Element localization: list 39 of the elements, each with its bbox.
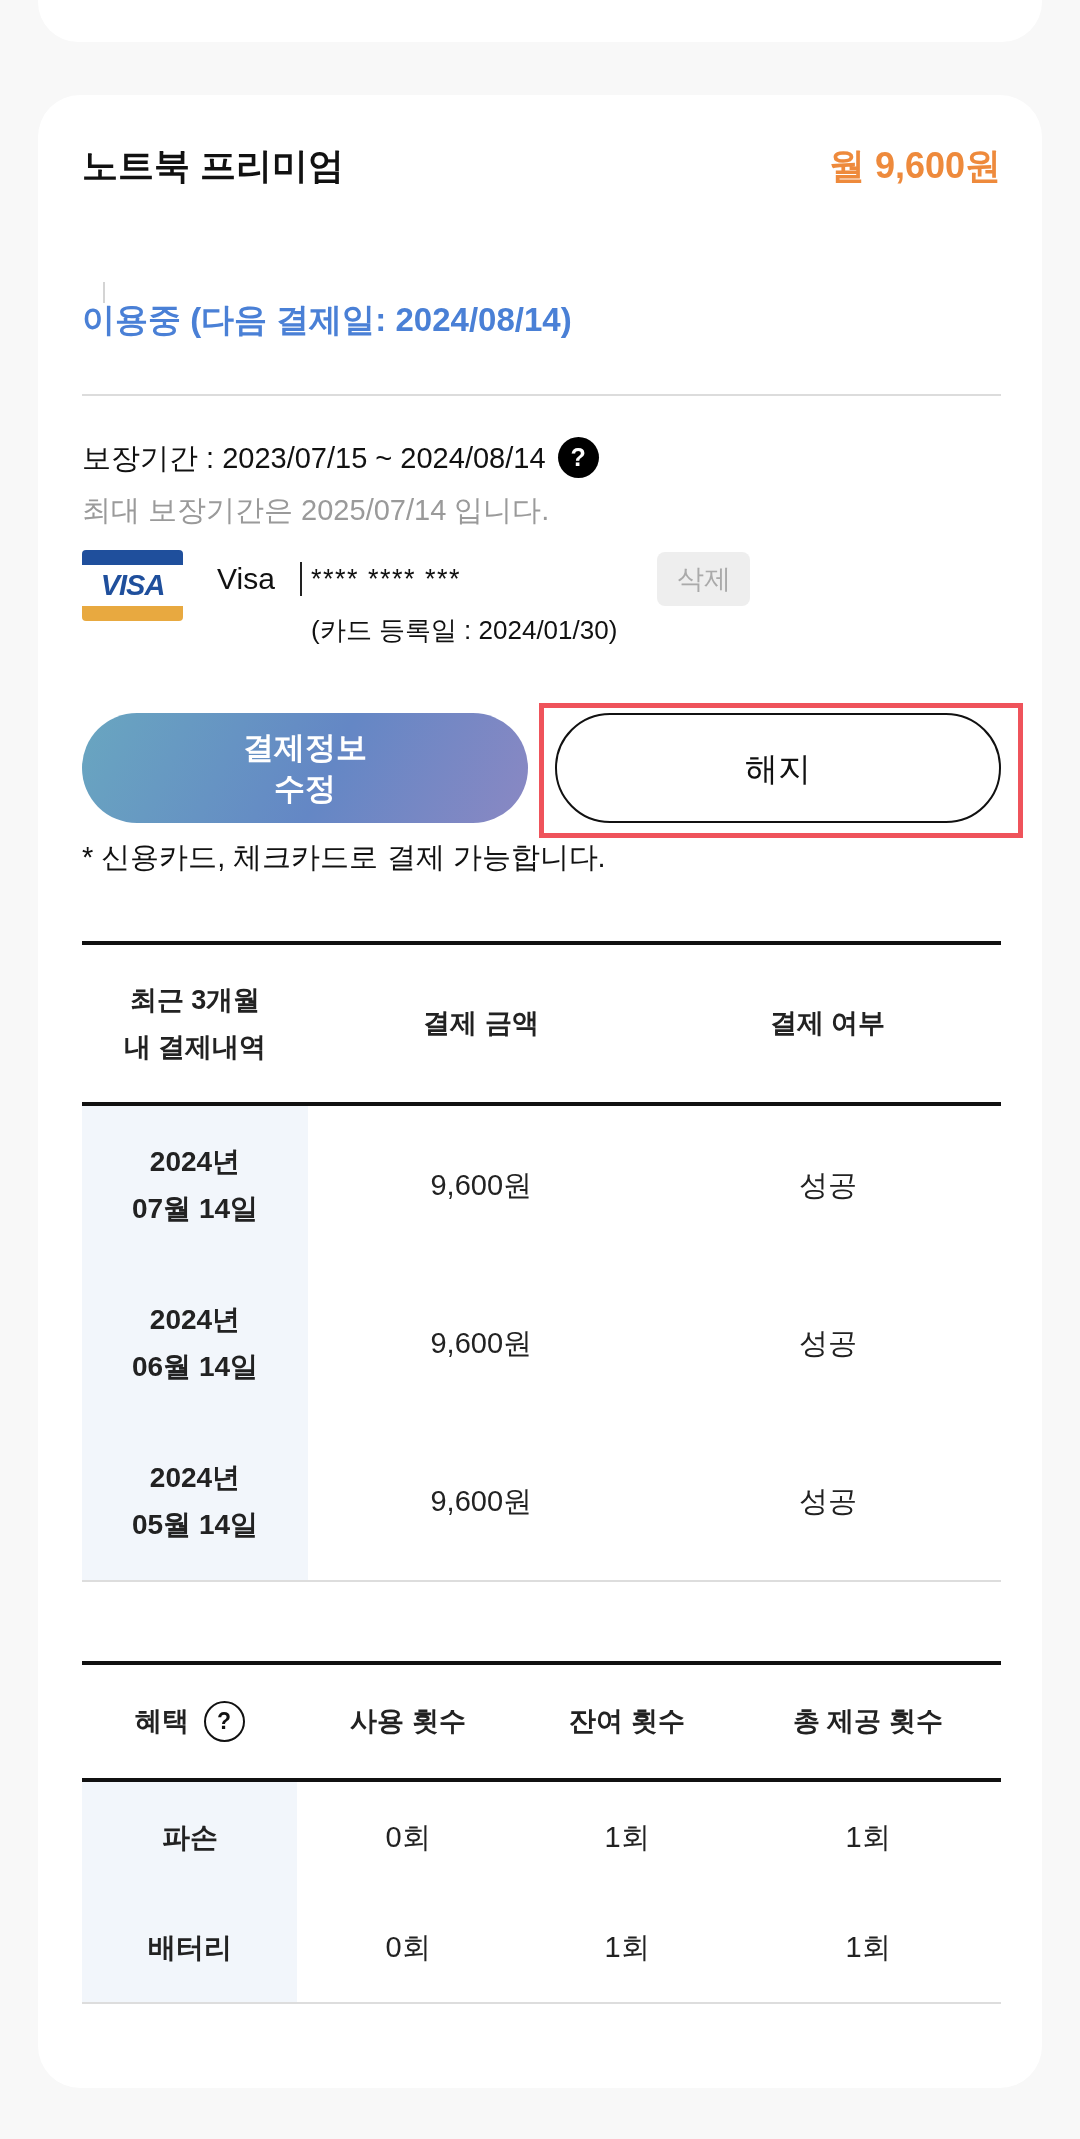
table-cell-text: 성공 <box>797 1484 858 1519</box>
coverage-period: 보장기간 : 2023/07/15 ~ 2024/08/14 <box>82 440 546 476</box>
table-cell-text: 9,600원 <box>429 1326 534 1361</box>
table-cell-text: 1회 <box>603 1930 651 1965</box>
help-icon[interactable]: ? <box>203 1701 245 1742</box>
table-cell-text: 9,600원 <box>429 1168 534 1203</box>
table-cell-text: 0회 <box>384 1820 432 1855</box>
column-header: 최근 3개월 내 결제내역 <box>122 983 268 1064</box>
table-cell-text: 9,600원 <box>429 1484 534 1519</box>
card-brand-logo: VISA <box>82 550 183 621</box>
plan-price: 월 9,600원 <box>828 143 1001 188</box>
payment-date-cell: 2024년 07월 14일 <box>82 1106 308 1264</box>
cancel-button[interactable]: 해지 <box>555 713 1001 823</box>
card-number: **** **** *** <box>300 562 462 596</box>
column-header: 결제 여부 <box>769 1007 887 1040</box>
subscription-status: 이용중 (다음 결제일: 2024/08/14) <box>82 300 572 340</box>
coverage-note: 최대 보장기간은 2025/07/14 입니다. <box>82 493 551 528</box>
card-registered-date: (카드 등록일 : 2024/01/30) <box>310 614 618 647</box>
table-cell-text: 1회 <box>603 1820 651 1855</box>
benefit-name-cell: 배터리 <box>82 1892 297 2002</box>
payment-note: * 신용카드, 체크카드로 결제 가능합니다. <box>82 840 607 875</box>
table-cell-text: 성공 <box>797 1168 858 1203</box>
benefit-name-cell: 파손 <box>82 1782 297 1892</box>
column-header: 잔여 횟수 <box>568 1705 686 1738</box>
column-header: 총 제공 횟수 <box>792 1705 944 1738</box>
table-cell-text: 1회 <box>844 1930 892 1965</box>
column-header: 결제 금액 <box>422 1007 540 1040</box>
edit-payment-button[interactable]: 결제정보 수정 <box>82 713 528 823</box>
table-cell-text: 1회 <box>844 1820 892 1855</box>
help-icon[interactable]: ? <box>557 437 599 478</box>
column-header: 사용 횟수 <box>349 1705 467 1738</box>
table-cell-text: 성공 <box>797 1326 858 1361</box>
payment-date-cell: 2024년 05월 14일 <box>82 1422 308 1580</box>
table-cell-text: 0회 <box>384 1930 432 1965</box>
text-cursor <box>103 282 105 303</box>
card-brand: Visa <box>217 561 276 597</box>
column-header: 혜택 <box>134 1705 189 1738</box>
payment-date-cell: 2024년 06월 14일 <box>82 1264 308 1422</box>
plan-title: 노트북 프리미엄 <box>82 143 344 188</box>
